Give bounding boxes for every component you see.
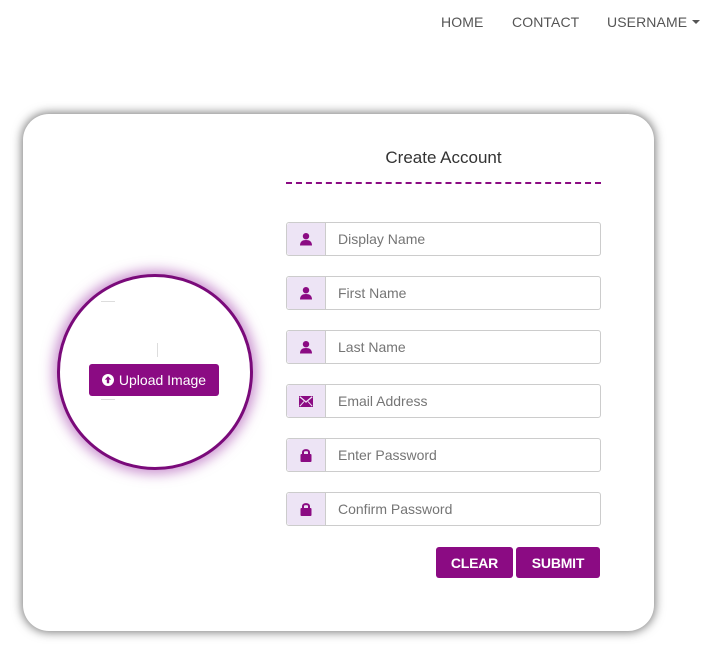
envelope-icon (287, 385, 326, 417)
caret-down-icon (692, 20, 701, 25)
submit-button[interactable]: SUBMIT (516, 547, 600, 578)
nav-username-label: USERNAME (607, 14, 688, 30)
upload-image-label: Upload Image (118, 372, 207, 388)
password-input[interactable] (326, 439, 600, 471)
user-icon (287, 331, 326, 363)
avatar-placeholder-mark (157, 343, 158, 357)
top-navbar: HOME CONTACT USERNAME (0, 0, 705, 44)
clear-button[interactable]: CLEAR (436, 547, 513, 578)
nav-contact-link[interactable]: CONTACT (512, 14, 579, 30)
user-icon (287, 277, 326, 309)
page-title: Create Account (385, 148, 502, 167)
email-field (286, 384, 601, 418)
avatar-placeholder-mark (101, 301, 115, 302)
lock-icon (287, 493, 326, 525)
first-name-input[interactable] (326, 277, 600, 309)
title-divider (286, 182, 601, 184)
upload-image-button[interactable]: Upload Image (89, 364, 219, 396)
display-name-field (286, 222, 601, 256)
nav-home-link[interactable]: HOME (441, 14, 483, 30)
avatar-placeholder-mark (101, 399, 115, 400)
lock-icon (287, 439, 326, 471)
first-name-field (286, 276, 601, 310)
confirm-password-field (286, 492, 601, 526)
upload-arrow-icon (101, 374, 114, 386)
display-name-input[interactable] (326, 223, 600, 255)
email-input[interactable] (326, 385, 600, 417)
password-field (286, 438, 601, 472)
confirm-password-input[interactable] (326, 493, 600, 525)
last-name-field (286, 330, 601, 364)
nav-username-dropdown[interactable]: USERNAME (607, 14, 701, 30)
user-icon (287, 223, 326, 255)
last-name-input[interactable] (326, 331, 600, 363)
